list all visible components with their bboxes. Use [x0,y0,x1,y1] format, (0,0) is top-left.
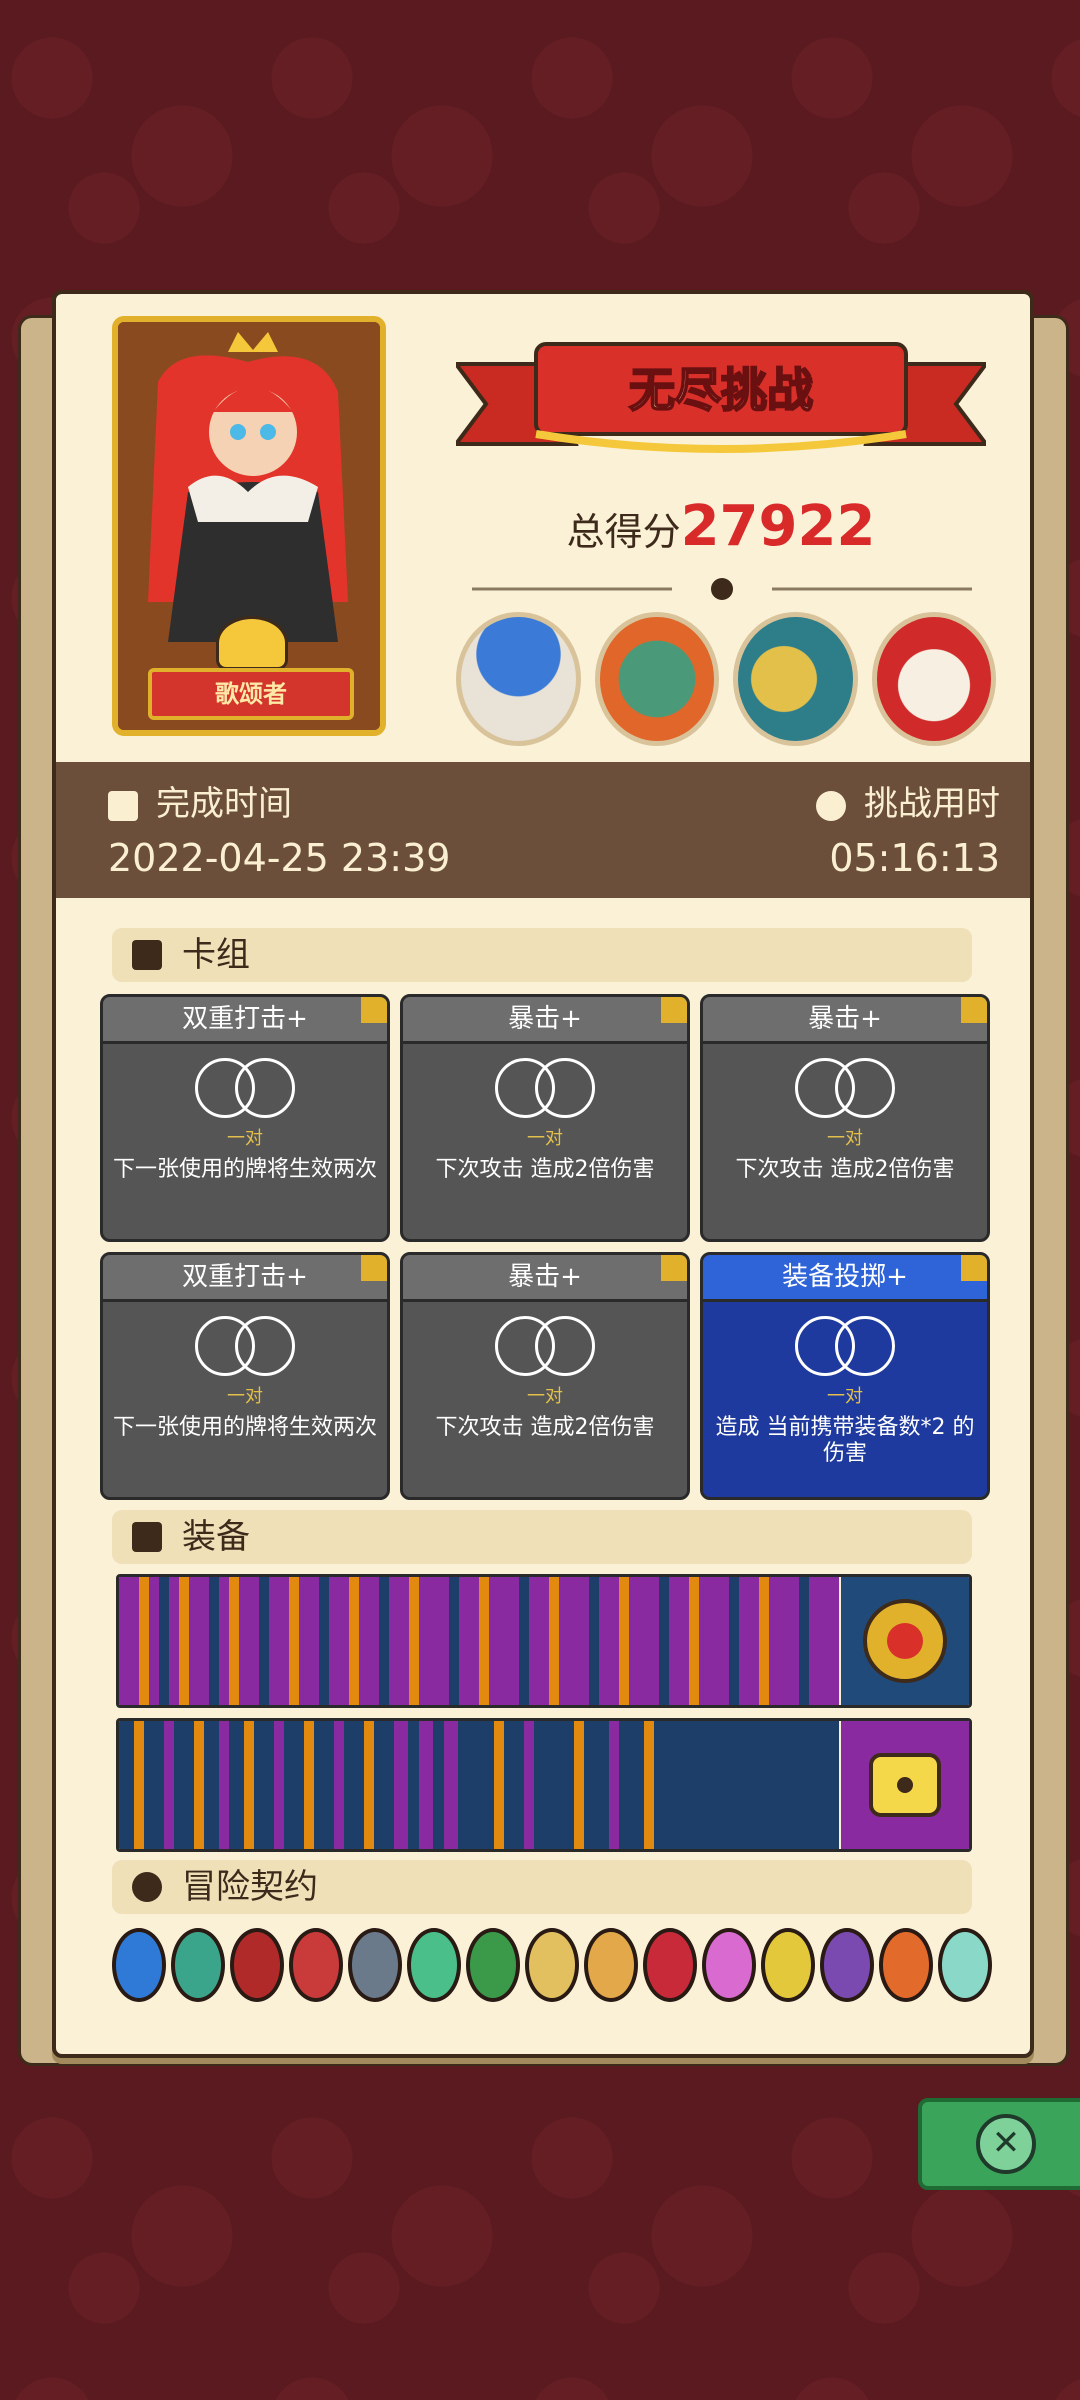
cards-icon [132,940,162,970]
box-icon [132,1522,162,1552]
card-title: 双重打击+ [103,1255,387,1302]
duration-value: 05:16:13 [829,836,1000,880]
card-description: 下次攻击 造成2倍伤害 [435,1415,655,1440]
red-shield-icon[interactable] [230,1928,284,2002]
lantern-icon[interactable] [348,1928,402,2002]
potion-icon[interactable] [938,1928,992,2002]
rings-icon [703,1058,987,1122]
rings-icon [403,1316,687,1380]
skull-flame-icon[interactable] [112,1928,166,2002]
card-pair-label: 一对 [527,1128,563,1149]
equipment-section-title: 装备 [182,1517,250,1557]
pink-flower-icon[interactable] [702,1928,756,2002]
card-item[interactable]: 暴击+ 一对 下次攻击 造成2倍伤害 [400,994,690,1242]
card-description: 造成 当前携带装备数*2 的伤害 [715,1415,975,1466]
equipment-stack [119,1577,839,1705]
card-title: 暴击+ [403,1255,687,1302]
green-sun-icon[interactable] [407,1928,461,2002]
card-title: 双重打击+ [103,997,387,1044]
stopwatch-icon [816,790,846,821]
card-item[interactable]: 双重打击+ 一对 下一张使用的牌将生效两次 [100,1252,390,1500]
equipment-stack [119,1721,839,1849]
dice-icon[interactable] [841,1721,969,1849]
card-description: 下次攻击 造成2倍伤害 [435,1157,655,1182]
card-pair-label: 一对 [827,1386,863,1407]
close-icon: ✕ [976,2114,1036,2174]
card-description: 下次攻击 造成2倍伤害 [735,1157,955,1182]
ornament-divider [472,578,972,600]
heart-icon[interactable] [643,1928,697,2002]
contract-list [112,1928,992,2004]
crown-icon [216,616,288,670]
rings-icon [703,1316,987,1380]
horn-icon[interactable] [584,1928,638,2002]
card-description: 下一张使用的牌将生效两次 [113,1157,378,1182]
equipment-row[interactable] [116,1574,972,1708]
card-title: 装备投掷+ [703,1255,987,1302]
character-name: 歌颂者 [148,668,354,720]
result-panel: 歌颂者 无尽挑战 总得分27922 完成时间 2022-04-25 23:39 … [52,290,1034,2058]
card-item[interactable]: 装备投掷+ 一对 造成 当前携带装备数*2 的伤害 [700,1252,990,1500]
bird-boss-icon[interactable] [733,612,858,746]
score-value: 27922 [680,494,876,559]
contracts-section-header: 冒险契约 [112,1860,972,1914]
purple-emblem-icon[interactable] [820,1928,874,2002]
score-label: 总得分 [566,510,681,554]
character-portrait[interactable]: 歌颂者 [112,316,386,736]
demon-mask-boss-icon[interactable] [871,612,996,746]
card-item[interactable]: 暴击+ 一对 下次攻击 造成2倍伤害 [700,994,990,1242]
equipment-section-header: 装备 [112,1510,972,1564]
duration-label: 挑战用时 [864,784,1000,824]
contracts-section-title: 冒险契约 [182,1867,318,1907]
equipment-row[interactable] [116,1718,972,1852]
card-title: 暴击+ [403,997,687,1044]
card-pair-label: 一对 [827,1128,863,1149]
ring-icon[interactable] [171,1928,225,2002]
finish-time-label: 完成时间 [156,784,292,824]
red-bag-icon[interactable] [289,1928,343,2002]
rings-icon [103,1058,387,1122]
calendar-icon [108,790,138,821]
card-item[interactable]: 暴击+ 一对 下次攻击 造成2倍伤害 [400,1252,690,1500]
card-title: 暴击+ [703,997,987,1044]
deck-section-title: 卡组 [182,935,250,975]
person-icon [132,1872,162,1902]
card-item[interactable]: 双重打击+ 一对 下一张使用的牌将生效两次 [100,994,390,1242]
title-ribbon: 无尽挑战 [452,324,990,474]
troll-boss-icon[interactable] [594,612,719,746]
card-description: 下一张使用的牌将生效两次 [113,1415,378,1440]
finish-time-value: 2022-04-25 23:39 [108,836,451,880]
leaf-icon[interactable] [466,1928,520,2002]
rings-icon [103,1316,387,1380]
card-pair-label: 一对 [227,1128,263,1149]
deck-section-header: 卡组 [112,928,972,982]
fire-amulet-icon[interactable] [841,1577,969,1705]
card-pair-label: 一对 [527,1386,563,1407]
roast-icon[interactable] [879,1928,933,2002]
page-title: 无尽挑战 [628,362,814,418]
scroll-icon[interactable] [525,1928,579,2002]
close-button[interactable]: ✕ [918,2098,1080,2190]
card-pair-label: 一对 [227,1386,263,1407]
rings-icon [403,1058,687,1122]
time-info-bar: 完成时间 2022-04-25 23:39 挑战用时 05:16:13 [56,762,1030,898]
defeated-bosses [456,612,996,746]
lemon-icon[interactable] [761,1928,815,2002]
mushroom-boss-icon[interactable] [456,612,581,746]
total-score: 总得分27922 [456,494,986,559]
